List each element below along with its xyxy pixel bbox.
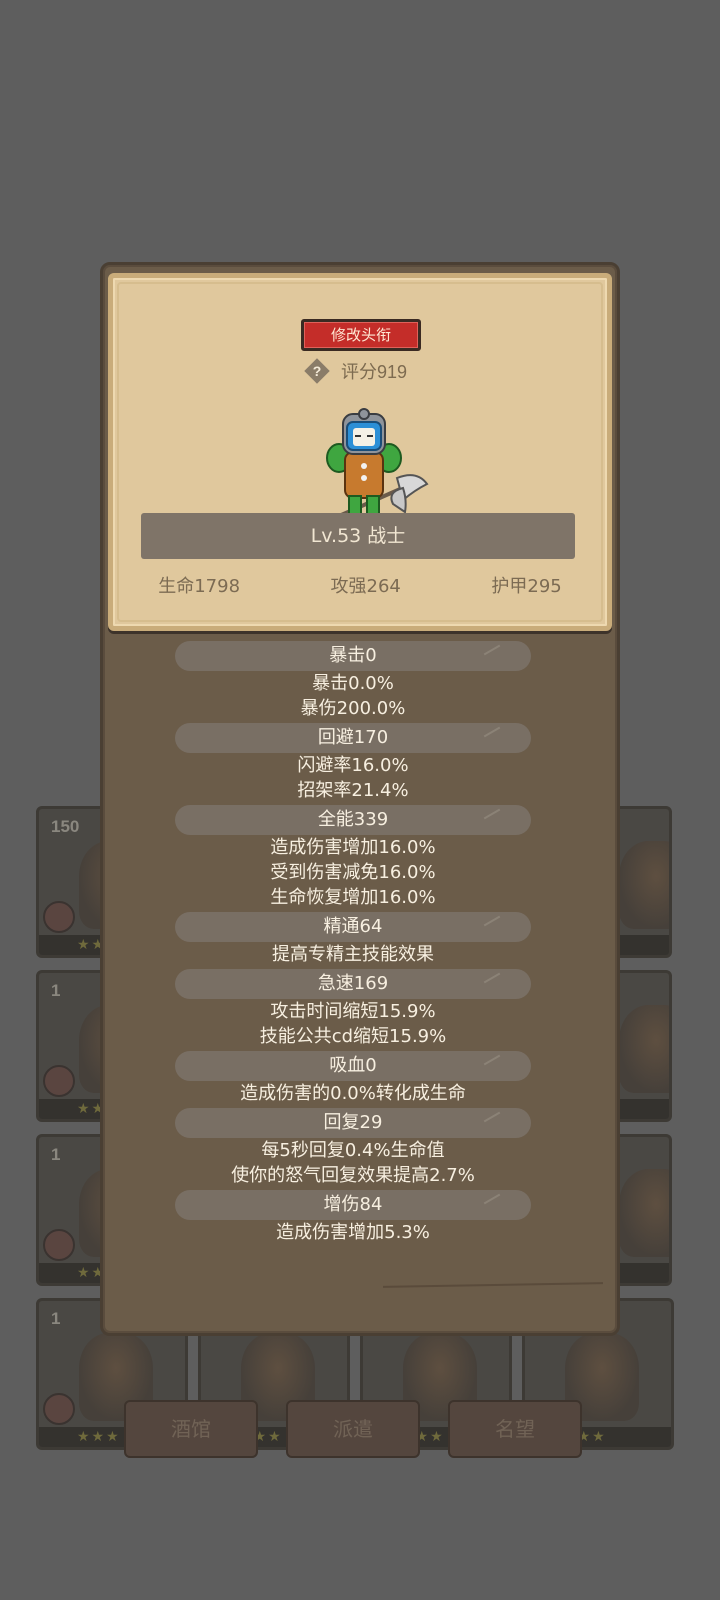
attribute-detail: 每5秒回复0.4%生命值: [261, 1140, 445, 1161]
haste-header: 急速169: [175, 969, 531, 999]
warrior-hero-sprite: [319, 408, 439, 526]
attribute-detail: 提高专精主技能效果: [272, 944, 434, 965]
crit-header: 暴击0: [175, 641, 531, 671]
class-badge-icon: [43, 1229, 75, 1261]
attribute-detail: 造成伤害增加5.3%: [276, 1222, 430, 1243]
dispatch-button[interactable]: 派遣: [286, 1400, 420, 1458]
attribute-list: 暴击0 暴击0.0% 暴伤200.0% 回避170 闪避率16.0% 招架率21…: [175, 639, 531, 1245]
attribute-detail: 技能公共cd缩短15.9%: [259, 1026, 447, 1047]
decorative-divider: [382, 1282, 604, 1288]
tavern-button[interactable]: 酒馆: [124, 1400, 258, 1458]
level-class-banner: Lv.53 战士: [141, 513, 575, 559]
hp-stat: 生命1798: [158, 576, 241, 597]
hero-portrait: [619, 1169, 669, 1257]
evasion-header: 回避170: [175, 723, 531, 753]
hero-portrait: [619, 1005, 669, 1093]
attribute-detail: 闪避率16.0%: [297, 755, 409, 776]
svg-text:?: ?: [313, 363, 322, 379]
attribute-detail: 暴击0.0%: [312, 673, 394, 694]
hero-card-count: 1: [51, 981, 61, 1000]
rating-score: 评分919: [341, 362, 408, 382]
recovery-header: 回复29: [175, 1108, 531, 1138]
lifesteal-header: 吸血0: [175, 1051, 531, 1081]
hero-card-count: 1: [51, 1145, 61, 1164]
class-badge-icon: [43, 901, 75, 933]
attribute-detail: 使你的怒气回复效果提高2.7%: [231, 1165, 475, 1186]
attribute-detail: 造成伤害的0.0%转化成生命: [240, 1083, 466, 1104]
change-title-button[interactable]: 修改头衔: [301, 319, 421, 351]
attribute-detail: 受到伤害减免16.0%: [270, 862, 436, 883]
attribute-detail: 造成伤害增加16.0%: [270, 837, 436, 858]
question-diamond-icon[interactable]: ?: [303, 357, 331, 385]
class-badge-icon: [43, 1393, 75, 1425]
hero-card-count: 150: [51, 817, 80, 836]
hero-summary-panel: 修改头衔 ? 评分919 Lv.53 战士 生命1798 攻强264 护甲295: [108, 273, 612, 631]
attribute-detail: 招架率21.4%: [297, 780, 409, 801]
mastery-header: 精通64: [175, 912, 531, 942]
damage-bonus-header: 增伤84: [175, 1190, 531, 1220]
attack-stat: 攻强264: [330, 576, 401, 597]
hero-card-count: 1: [51, 1309, 61, 1328]
attribute-detail: 生命恢复增加16.0%: [270, 887, 436, 908]
armor-stat: 护甲295: [491, 576, 562, 597]
core-stats-row: 生命1798 攻强264 护甲295: [113, 572, 607, 602]
attribute-detail: 暴伤200.0%: [300, 698, 406, 719]
hero-detail-dialog: 修改头衔 ? 评分919 Lv.53 战士 生命1798 攻强264 护甲295…: [100, 262, 620, 1336]
rating-row: ? 评分919: [303, 356, 407, 386]
versatility-header: 全能339: [175, 805, 531, 835]
attribute-detail: 攻击时间缩短15.9%: [270, 1001, 436, 1022]
fame-button[interactable]: 名望: [448, 1400, 582, 1458]
class-badge-icon: [43, 1065, 75, 1097]
hero-portrait: [619, 841, 669, 929]
